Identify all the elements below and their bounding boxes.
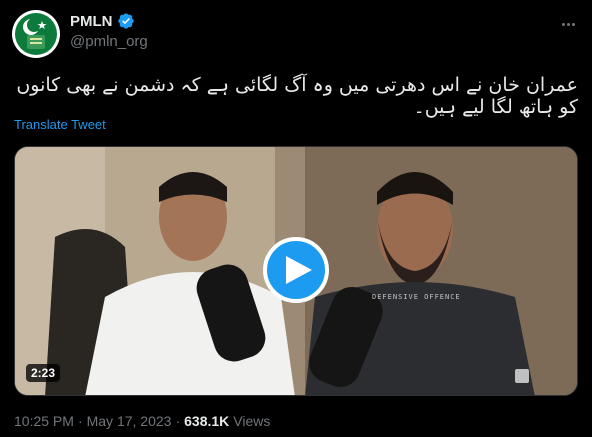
play-icon <box>285 256 312 284</box>
play-button[interactable] <box>263 237 329 303</box>
tweet-date[interactable]: May 17, 2023 <box>87 413 172 429</box>
video-duration-badge: 2:23 <box>26 364 61 382</box>
tweet-text: عمران خان نے اس دھرتی میں وہ آگ لگائی ہے… <box>16 74 578 118</box>
account-name[interactable]: PMLN <box>70 13 113 30</box>
translate-tweet-link[interactable]: Translate Tweet <box>14 117 106 132</box>
account-handle[interactable]: @pmln_org <box>70 33 148 50</box>
verified-badge-icon <box>117 13 134 29</box>
meta-separator: · <box>175 413 181 429</box>
more-options-icon[interactable] <box>558 14 578 34</box>
tweet-metadata: 10:25 PM · May 17, 2023 · 638.1K Views <box>14 413 270 429</box>
views-count: 638.1K <box>184 413 230 429</box>
meta-separator: · <box>77 413 83 429</box>
pmln-logo-icon <box>15 13 57 55</box>
avatar[interactable] <box>12 10 60 58</box>
tweet-time[interactable]: 10:25 PM <box>14 413 74 429</box>
views-label: Views <box>233 413 271 429</box>
video-watermark: DEFENSIVE OFFENCE <box>372 293 461 301</box>
